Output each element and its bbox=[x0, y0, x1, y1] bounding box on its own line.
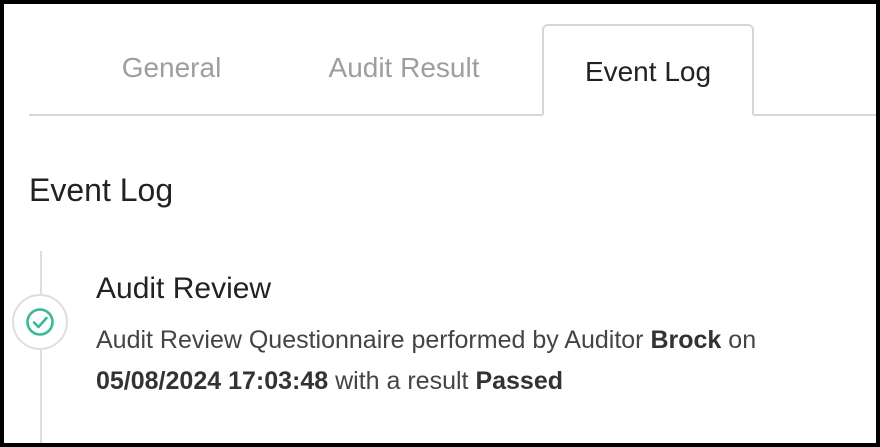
check-circle-icon bbox=[26, 308, 54, 336]
event-description: Audit Review Questionnaire performed by … bbox=[96, 320, 866, 402]
event-desc-prefix: Audit Review Questionnaire performed by … bbox=[96, 326, 651, 354]
tab-general-label: General bbox=[121, 52, 222, 83]
event-result: Passed bbox=[475, 367, 563, 395]
tab-event-log-label: Event Log bbox=[584, 56, 712, 87]
event-desc-result-text: with a result bbox=[328, 367, 476, 395]
tab-audit-result-label: Audit Result bbox=[328, 52, 480, 83]
section-title: Event Log bbox=[29, 172, 174, 208]
event-desc-on: on bbox=[721, 326, 757, 354]
tab-audit-result[interactable]: Audit Result bbox=[299, 24, 509, 114]
event-auditor: Brock bbox=[650, 326, 722, 354]
event-title: Audit Review bbox=[96, 272, 272, 305]
tab-event-log[interactable]: Event Log bbox=[542, 24, 754, 116]
event-status-indicator bbox=[12, 294, 68, 350]
event-log-panel: General Audit Result Event Log Event Log… bbox=[0, 0, 880, 447]
tab-general[interactable]: General bbox=[89, 24, 254, 114]
event-timestamp: 05/08/2024 17:03:48 bbox=[96, 367, 329, 395]
tab-bar: General Audit Result Event Log bbox=[29, 24, 876, 116]
